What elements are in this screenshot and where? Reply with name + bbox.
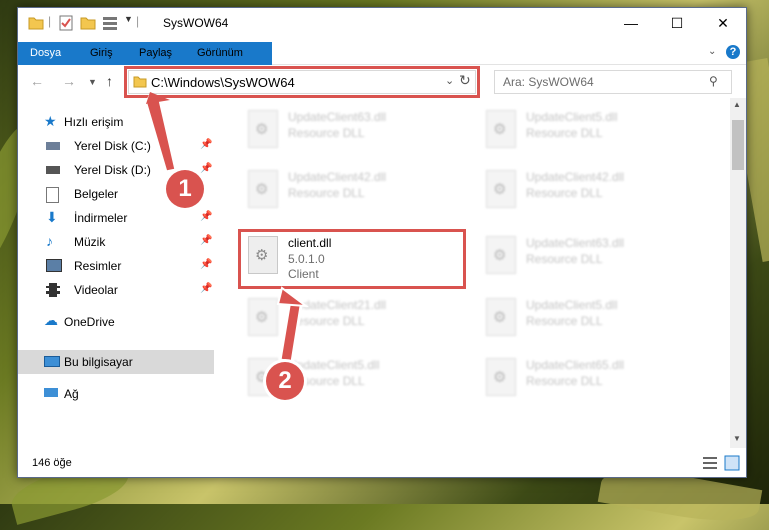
step-marker-2: 2 — [266, 362, 304, 400]
annotation-arrow — [144, 92, 310, 364]
step-marker-1: 1 — [166, 170, 204, 208]
